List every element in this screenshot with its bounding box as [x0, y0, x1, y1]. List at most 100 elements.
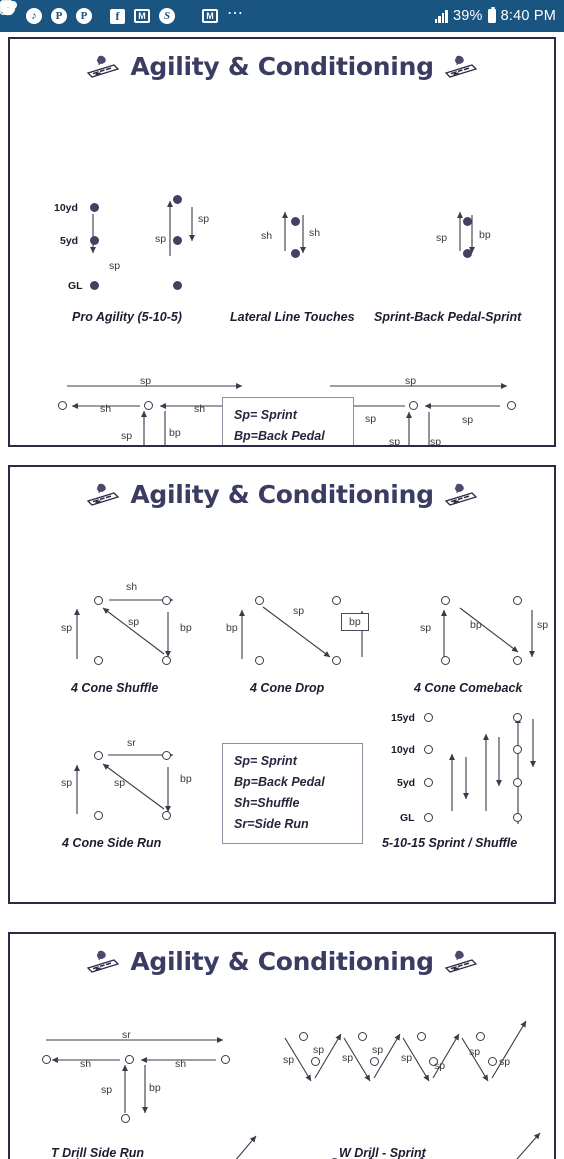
cone-ring [121, 1114, 130, 1123]
move-label: sp [499, 1056, 511, 1068]
move-label: sh [80, 1058, 92, 1070]
cone-ring [162, 811, 171, 820]
move-label: sh [194, 403, 206, 415]
move-label: sp [405, 375, 417, 387]
cone-ring [94, 751, 103, 760]
cone-ring [476, 1032, 485, 1041]
signal-strength-icon [434, 9, 448, 23]
drill-caption: T Drill Side Run [51, 1146, 145, 1159]
pinterest-icon-2: P [76, 7, 92, 25]
document-scroll-area[interactable]: Agility & Conditioning 10yd 5yd GL sp sp… [0, 32, 564, 1159]
drill-caption: Pro Agility (5-10-5) [72, 310, 182, 324]
scrollbar-thumb[interactable] [555, 607, 556, 737]
school-logo-icon [86, 949, 120, 975]
cone-ring [255, 656, 264, 665]
cone-ring [513, 745, 522, 754]
handout-page-3[interactable]: Agility & Conditioning sr sh sh sp bp T … [8, 932, 556, 1159]
move-label: sp [420, 622, 432, 634]
cone-dot [291, 217, 300, 226]
cone-ring [417, 1032, 426, 1041]
move-label: sp [537, 619, 549, 631]
move-label: sp [283, 1054, 295, 1066]
drill-caption: 4 Cone Comeback [414, 681, 523, 695]
title-text: Agility & Conditioning [130, 52, 434, 81]
move-label: bp [169, 427, 181, 439]
legend-line: Sh=Shuffle [234, 796, 300, 810]
status-bar: ♪ P P f M S M ⋯ 39% 8:40 PM [0, 0, 564, 32]
cone-ring [162, 656, 171, 665]
move-label: bp [226, 622, 238, 634]
drill-caption: 4 Cone Side Run [62, 836, 162, 850]
cone-dot [463, 249, 472, 258]
move-label: sh [100, 403, 112, 415]
cone-ring [424, 813, 433, 822]
cone-ring [94, 656, 103, 665]
move-label: sp [198, 213, 210, 225]
cone-ring [144, 401, 153, 410]
cone-ring [488, 1057, 497, 1066]
title-text: Agility & Conditioning [130, 480, 434, 509]
gmail-icon-2: M [202, 7, 218, 25]
yard-label: GL [68, 280, 83, 292]
move-label: sp [313, 1044, 325, 1056]
cone-ring [370, 1057, 379, 1066]
move-label: sp [389, 436, 401, 447]
yard-label: 10yd [391, 744, 415, 756]
cone-dot [90, 281, 99, 290]
title-text: Agility & Conditioning [130, 947, 434, 976]
move-label: sh [261, 230, 273, 242]
move-label: sp [430, 436, 442, 447]
cone-ring [162, 596, 171, 605]
handout-page-2[interactable]: Agility & Conditioning sh sp sp bp 4 Con… [8, 465, 556, 904]
move-label: bp [470, 619, 482, 631]
cone-ring [424, 745, 433, 754]
move-label: bp [180, 773, 192, 785]
skype-icon: S [159, 7, 175, 25]
more-icons-ellipsis: ⋯ [227, 4, 245, 22]
cone-ring [221, 1055, 230, 1064]
handout-page-1[interactable]: Agility & Conditioning 10yd 5yd GL sp sp… [8, 37, 556, 447]
yard-label: 5yd [60, 235, 79, 247]
cone-ring [94, 596, 103, 605]
drills-canvas-3: sr sh sh sp bp T Drill Side Run sp sp sp… [10, 976, 554, 1159]
move-label: sp [140, 375, 152, 387]
cone-ring [441, 656, 450, 665]
cone-ring [409, 401, 418, 410]
cone-ring [58, 401, 67, 410]
move-label: sp [372, 1044, 384, 1056]
facebook-icon: f [110, 7, 125, 25]
cone-ring [513, 656, 522, 665]
drill-caption: Sprint-Back Pedal-Sprint [374, 310, 522, 324]
drill-caption: Lateral Line Touches [230, 310, 355, 324]
move-label: bp [149, 1082, 161, 1094]
move-label: sp [101, 1084, 113, 1096]
cone-dot [90, 236, 99, 245]
move-label: sp [61, 622, 73, 634]
legend-box-2: Sp= Sprint Bp=Back Pedal Sh=Shuffle Sr=S… [222, 743, 363, 844]
battery-percentage: 39% [452, 8, 483, 24]
move-label: bp [479, 229, 491, 241]
move-label: sr [122, 1029, 131, 1041]
move-label: sp [365, 413, 377, 425]
battery-icon [487, 7, 496, 23]
move-label: sh [175, 1058, 187, 1070]
cone-ring [299, 1032, 308, 1041]
move-label: sp [61, 777, 73, 789]
cone-dot [173, 236, 182, 245]
cone-ring [513, 778, 522, 787]
move-label: sp [128, 616, 140, 628]
move-label: sp [401, 1052, 413, 1064]
cone-ring [162, 751, 171, 760]
cone-dot [291, 249, 300, 258]
school-logo-icon-right [444, 482, 478, 508]
legend-line: Sr=Side Run [234, 817, 309, 831]
cone-ring [358, 1032, 367, 1041]
cone-ring [332, 656, 341, 665]
yard-label: 10yd [54, 202, 78, 214]
cone-dot [463, 217, 472, 226]
legend-line: Sp= Sprint [234, 408, 297, 422]
cone-ring [513, 596, 522, 605]
move-label: sp [469, 1046, 481, 1058]
arrows-layer-1 [67, 200, 508, 445]
move-label: bp [180, 622, 192, 634]
